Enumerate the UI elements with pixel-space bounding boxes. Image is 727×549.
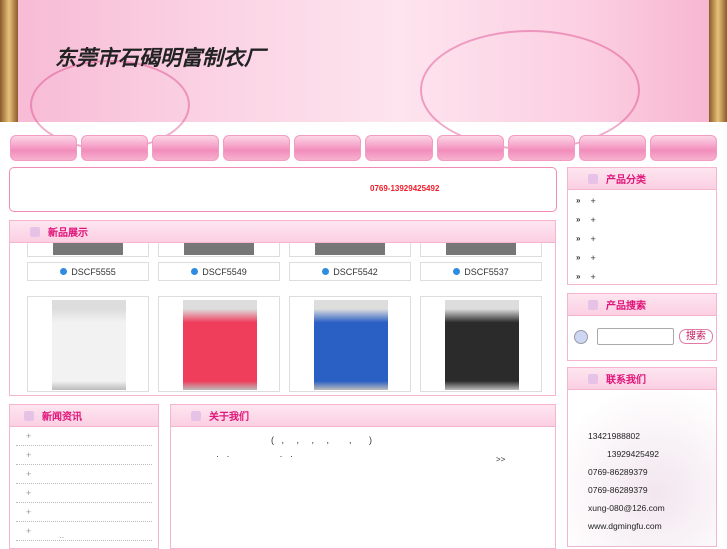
contact-tel: 0769-86289379 — [588, 467, 648, 477]
news-item[interactable]: + — [16, 446, 152, 465]
product-photo — [314, 300, 388, 390]
product-caption[interactable]: DSCF5542 — [289, 262, 411, 281]
about-text: ( , , , , , ) — [271, 435, 373, 445]
product-thumb-partial[interactable] — [158, 243, 280, 257]
product-photo — [183, 300, 257, 390]
nav-item[interactable] — [436, 135, 504, 161]
nav-bar — [10, 135, 717, 161]
info-box — [9, 167, 557, 212]
product-photo — [445, 300, 519, 390]
search-icon — [574, 330, 588, 344]
news-label: + — [26, 450, 32, 460]
category-label: + — [590, 195, 596, 206]
new-products-panel: 新品展示 DSCF5555 DSCF5549 DSCF5542 DSCF5537 — [9, 220, 556, 396]
news-item[interactable]: + — [16, 427, 152, 446]
product-thumb[interactable] — [420, 296, 542, 392]
search-input[interactable] — [597, 328, 674, 345]
panel-title: 产品搜索 — [606, 301, 646, 312]
nav-item[interactable] — [578, 135, 646, 161]
nav-item[interactable] — [294, 135, 362, 161]
category-label: + — [590, 233, 596, 244]
nav-item[interactable] — [81, 135, 149, 161]
swirl-decoration — [420, 30, 640, 150]
scroll-left-decoration — [0, 0, 18, 122]
contact-panel: 联系我们 13421988802 13929425492 0769-862893… — [567, 367, 717, 547]
double-arrow-icon: » — [576, 234, 581, 243]
panel-title: 新品展示 — [48, 228, 88, 239]
panel-icon — [30, 226, 40, 237]
caption-text: DSCF5542 — [333, 266, 378, 277]
category-label: + — [590, 271, 596, 282]
product-thumb-partial[interactable] — [27, 243, 149, 257]
category-item[interactable]: » + — [568, 248, 716, 267]
panel-icon — [191, 410, 201, 421]
about-more-link[interactable]: >> — [496, 455, 505, 464]
panel-title: 产品分类 — [606, 175, 646, 186]
news-label: + — [26, 507, 32, 517]
news-suffix: .. — [59, 530, 65, 540]
product-thumb[interactable] — [158, 296, 280, 392]
contact-mobile: 13421988802 — [588, 431, 641, 441]
double-arrow-icon: » — [576, 215, 581, 224]
about-panel: 关于我们 ( , , , , , ) · · · · >> — [170, 404, 556, 549]
panel-title: 联系我们 — [606, 375, 646, 386]
news-item[interactable]: + — [16, 465, 152, 484]
scroll-right-decoration — [709, 0, 727, 122]
nav-item[interactable] — [223, 135, 291, 161]
category-item[interactable]: » + — [568, 267, 716, 286]
panel-icon — [588, 299, 598, 310]
panel-icon — [588, 173, 598, 184]
phone-number: 0769-13929425492 — [370, 184, 440, 193]
search-button[interactable]: 搜索 — [679, 329, 713, 344]
product-caption[interactable]: DSCF5549 — [158, 262, 280, 281]
nav-item[interactable] — [507, 135, 575, 161]
double-arrow-icon: » — [576, 272, 581, 281]
panel-icon — [588, 373, 598, 384]
product-thumb[interactable] — [27, 296, 149, 392]
panel-title: 关于我们 — [209, 412, 249, 423]
news-item[interactable]: +.. — [16, 522, 152, 541]
search-panel: 产品搜索 搜索 — [567, 293, 717, 361]
nav-item[interactable] — [365, 135, 433, 161]
product-caption[interactable]: DSCF5555 — [27, 262, 149, 281]
product-caption[interactable]: DSCF5537 — [420, 262, 542, 281]
product-thumb-partial[interactable] — [289, 243, 411, 257]
category-label: + — [590, 214, 596, 225]
site-title: 东莞市石碣明富制衣厂 — [55, 45, 265, 70]
double-arrow-icon: » — [576, 196, 581, 205]
about-text: · · · · — [216, 451, 294, 461]
caption-text: DSCF5555 — [71, 266, 116, 277]
contact-fax: 0769-86289379 — [588, 485, 648, 495]
bullet-icon — [453, 268, 461, 275]
contact-email[interactable]: xung-080@126.com — [588, 503, 665, 513]
news-item[interactable]: + — [16, 484, 152, 503]
panel-icon — [24, 410, 34, 421]
category-panel: 产品分类 » +» +» +» +» + — [567, 167, 717, 285]
caption-text: DSCF5549 — [202, 266, 247, 277]
panel-title: 新闻资讯 — [42, 412, 82, 423]
news-label: + — [26, 488, 32, 498]
nav-item[interactable] — [10, 135, 78, 161]
news-label: + — [26, 469, 32, 479]
bullet-icon — [191, 268, 199, 275]
category-item[interactable]: » + — [568, 229, 716, 248]
news-item[interactable]: + — [16, 503, 152, 522]
news-label: + — [26, 526, 32, 536]
caption-text: DSCF5537 — [464, 266, 509, 277]
bullet-icon — [322, 268, 330, 275]
nav-item[interactable] — [649, 135, 717, 161]
contact-website[interactable]: www.dgmingfu.com — [588, 521, 662, 531]
news-label: + — [26, 431, 32, 441]
category-label: + — [590, 252, 596, 263]
news-panel: 新闻资讯 + + + + + +.. — [9, 404, 159, 549]
contact-mobile-2: 13929425492 — [607, 449, 660, 459]
product-photo — [52, 300, 126, 390]
category-item[interactable]: » + — [568, 191, 716, 210]
bullet-icon — [60, 268, 68, 275]
product-thumb-partial[interactable] — [420, 243, 542, 257]
category-item[interactable]: » + — [568, 210, 716, 229]
product-thumb[interactable] — [289, 296, 411, 392]
nav-item[interactable] — [152, 135, 220, 161]
double-arrow-icon: » — [576, 253, 581, 262]
